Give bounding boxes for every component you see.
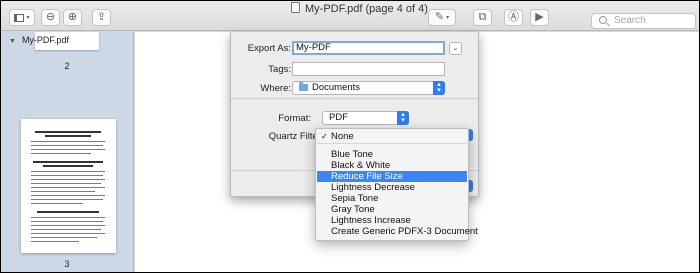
format-value: PDF [329, 112, 348, 123]
menu-item-black-white[interactable]: Black & White [317, 160, 467, 171]
thumb-text-line [31, 153, 91, 155]
preview-window: ▾ ⊖ ⊕ ⇪ My-PDF.pdf (page 4 of 4)⌄ ✎ ▾ ⧉ … [0, 0, 700, 273]
folder-icon [299, 82, 308, 91]
annotate-icon: Ⓐ [508, 11, 519, 23]
expand-button[interactable]: ⌄ [449, 42, 462, 55]
share-icon: ⇪ [96, 11, 107, 23]
markup-button[interactable]: ✎ ▾ [428, 9, 456, 26]
page-number-label: 3 [64, 259, 70, 269]
export-as-label: Export As: [247, 43, 291, 54]
export-as-field[interactable]: My-PDF [292, 41, 445, 55]
thumb-text-line [31, 183, 101, 185]
thumb-text-line [31, 229, 101, 231]
zoom-in-icon: ⊕ [67, 11, 78, 23]
tags-label: Tags: [268, 64, 291, 75]
menu-item-label: None [331, 131, 354, 142]
updown-arrows-icon: ▴ ▾ [397, 111, 409, 125]
thumb-text-line [31, 233, 105, 235]
window-title-text: My-PDF.pdf (page 4 of 4) [305, 3, 428, 15]
thumb-text-line [31, 145, 103, 147]
thumb-text-line [31, 141, 105, 143]
share-button[interactable]: ⇪ [92, 9, 111, 26]
menu-item-blue-tone[interactable]: Blue Tone [317, 149, 467, 160]
menu-item-label: Lightness Decrease [331, 182, 415, 193]
annotate-button[interactable]: Ⓐ [504, 9, 523, 26]
zoom-out-icon: ⊖ [45, 11, 56, 23]
menu-item-lightness-decrease[interactable]: Lightness Decrease [317, 182, 467, 193]
disclosure-triangle-icon[interactable]: ▼ [9, 38, 16, 45]
menu-item-none[interactable]: ✓ None [317, 131, 467, 142]
thumb-text-line [31, 191, 95, 193]
menu-separator [317, 143, 467, 144]
thumb-text-line [31, 171, 105, 173]
tags-field[interactable] [292, 62, 445, 76]
sidebar-toggle-button[interactable]: ▾ [9, 9, 35, 26]
page-thumbnail[interactable] [21, 119, 116, 253]
menu-item-label: Reduce File Size [331, 171, 403, 182]
menu-item-reduce-file-size[interactable]: Reduce File Size [317, 171, 467, 182]
thumb-text-line [31, 195, 105, 197]
play-icon: ▶ [535, 11, 544, 23]
thumb-heading-line [33, 161, 103, 163]
quartz-filter-menu: ✓ None Blue Tone Black & White Reduce Fil… [315, 128, 478, 241]
window-title[interactable]: My-PDF.pdf (page 4 of 4)⌄ [291, 2, 438, 15]
menu-item-label: Lightness Increase [331, 215, 411, 226]
thumb-text-line [31, 217, 105, 219]
menu-item-label: Black & White [331, 160, 391, 171]
menu-item-gray-tone[interactable]: Gray Tone [317, 204, 467, 215]
thumbnail-sidebar: ▼ My-PDF.pdf 2 3 [1, 32, 134, 272]
page-number-label: 2 [64, 61, 70, 71]
chevron-down-icon: ▾ [446, 14, 450, 21]
chevron-down-icon: ▾ [26, 14, 30, 21]
menu-item-label: Create Generic PDFX-3 Document [331, 226, 478, 237]
menu-item-create-pdfx3[interactable]: Create Generic PDFX-3 Document [317, 226, 478, 237]
thumb-text-line [31, 225, 105, 227]
thumb-heading-line [35, 131, 101, 133]
thumb-text-line [31, 199, 103, 201]
thumb-heading-line [43, 165, 93, 167]
sidebar-file-name: My-PDF.pdf [21, 35, 69, 45]
menu-item-lightness-increase[interactable]: Lightness Increase [317, 215, 467, 226]
quartz-filter-label: Quartz Filter [268, 131, 321, 142]
sidebar-icon [14, 13, 25, 22]
slideshow-button[interactable]: ▶ [530, 9, 549, 26]
checkmark-icon: ✓ [321, 132, 328, 141]
toolbar: ▾ ⊖ ⊕ ⇪ My-PDF.pdf (page 4 of 4)⌄ ✎ ▾ ⧉ … [1, 1, 699, 31]
rotate-icon: ⧉ [478, 11, 487, 23]
menu-item-label: Gray Tone [331, 204, 375, 215]
where-label: Where: [260, 83, 291, 94]
thumb-text-line [31, 237, 97, 239]
thumb-text-line [31, 175, 103, 177]
sidebar-file-header[interactable]: ▼ My-PDF.pdf [9, 35, 69, 45]
thumb-text-line [31, 187, 105, 189]
thumb-text-line [31, 221, 103, 223]
menu-item-label: Sepia Tone [331, 193, 379, 204]
thumb-text-line [31, 241, 79, 243]
thumb-text-line [31, 149, 105, 151]
format-label: Format: [278, 113, 311, 124]
thumb-heading-line [37, 211, 99, 213]
where-value: Documents [312, 82, 361, 93]
thumb-text-line [31, 179, 105, 181]
updown-arrows-icon: ▴ ▾ [433, 81, 445, 95]
search-placeholder: Search [614, 15, 646, 26]
pen-icon: ✎ [434, 11, 445, 23]
where-popup[interactable]: Documents ▴ ▾ [292, 81, 445, 95]
chevron-down-icon: ⌄ [452, 45, 459, 52]
format-popup[interactable]: PDF ▴ ▾ [322, 111, 409, 125]
menu-item-label: Blue Tone [331, 149, 374, 160]
thumb-heading-line [45, 135, 91, 137]
document-icon [291, 2, 300, 13]
rotate-button[interactable]: ⧉ [473, 9, 492, 26]
thumb-text-line [31, 203, 83, 205]
search-icon [599, 16, 607, 24]
menu-item-sepia-tone[interactable]: Sepia Tone [317, 193, 467, 204]
search-input[interactable]: Search [591, 13, 696, 29]
section-divider [231, 98, 478, 99]
zoom-in-button[interactable]: ⊕ [63, 9, 82, 26]
zoom-out-button[interactable]: ⊖ [41, 9, 60, 26]
